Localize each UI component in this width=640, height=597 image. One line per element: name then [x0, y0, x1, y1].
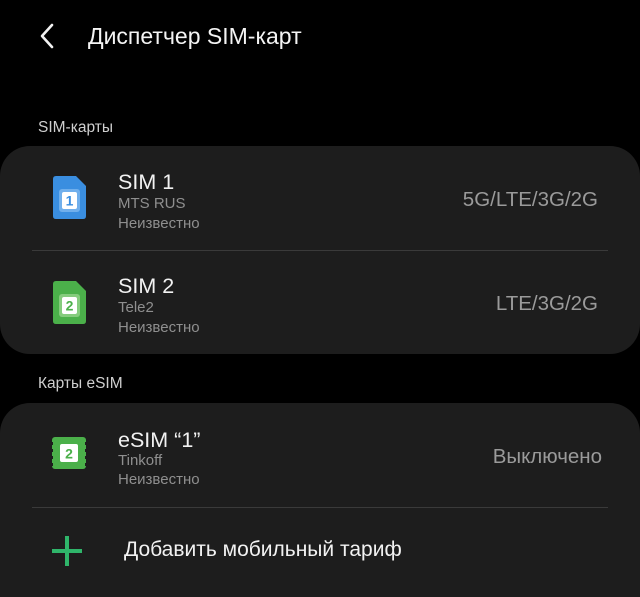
add-mobile-plan-label: Добавить мобильный тариф — [124, 538, 402, 561]
esim-number-text: 2 — [65, 446, 73, 462]
esim-chip-icon: 2 — [49, 437, 89, 469]
sim-2-operator: Tele2 — [118, 299, 154, 316]
sim-card-1-icon: 1 — [53, 176, 86, 219]
sim-cards-card: 1 SIM 1 MTS RUS Неизвестно 5G/LTE/3G/2G … — [0, 146, 640, 354]
back-button[interactable] — [30, 18, 66, 54]
sim-2-network-mode: LTE/3G/2G — [495, 292, 598, 315]
plus-icon — [52, 536, 82, 566]
sim-row-1[interactable]: 1 SIM 1 MTS RUS Неизвестно 5G/LTE/3G/2G — [0, 146, 640, 250]
esim-1-operator: Tinkoff — [118, 452, 163, 469]
sim-2-number: Неизвестно — [118, 319, 200, 336]
esim-card: 2 eSIM “1” Tinkoff Неизвестно Выключено … — [0, 403, 640, 597]
esim-row-1[interactable]: 2 eSIM “1” Tinkoff Неизвестно Выключено — [0, 403, 640, 507]
sim-1-network-mode: 5G/LTE/3G/2G — [462, 188, 598, 211]
esim-1-number: Неизвестно — [118, 471, 200, 488]
sim-1-operator: MTS RUS — [118, 195, 186, 212]
sim-1-number: Неизвестно — [118, 215, 200, 232]
sim-1-number-text: 1 — [66, 193, 74, 209]
esim-1-status: Выключено — [492, 445, 602, 468]
add-mobile-plan-button[interactable]: Добавить мобильный тариф — [0, 508, 640, 597]
sim-2-name: SIM 2 — [118, 274, 175, 298]
sim-2-number-text: 2 — [66, 298, 74, 314]
app-header: Диспетчер SIM-карт — [0, 0, 640, 72]
chevron-left-icon — [40, 23, 54, 49]
section-title-sim-cards: SIM-карты — [38, 119, 113, 136]
page-title: Диспетчер SIM-карт — [88, 23, 302, 49]
sim-card-2-icon: 2 — [53, 281, 86, 324]
esim-1-name: eSIM “1” — [118, 428, 201, 452]
sim-row-2[interactable]: 2 SIM 2 Tele2 Неизвестно LTE/3G/2G — [0, 251, 640, 354]
section-title-esim: Карты eSIM — [38, 375, 123, 392]
sim-1-name: SIM 1 — [118, 170, 175, 194]
